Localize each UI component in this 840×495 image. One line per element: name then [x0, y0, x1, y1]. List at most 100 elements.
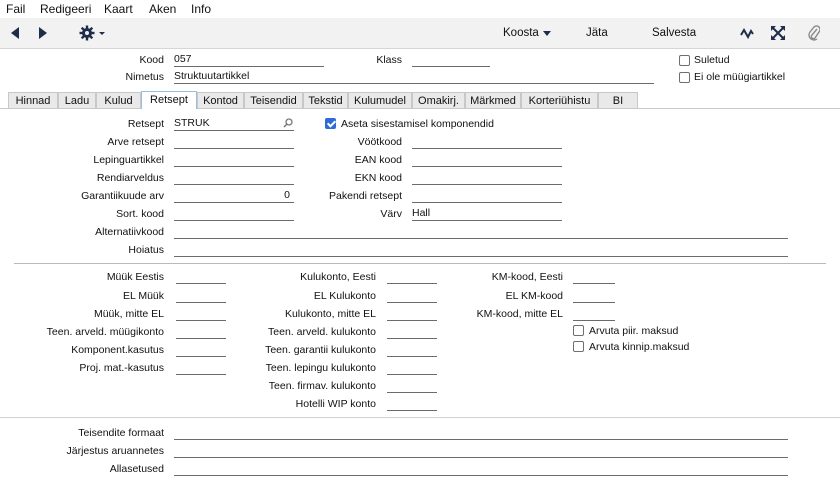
rendiarveldus-field[interactable] [174, 171, 294, 185]
el-kulukonto-label: EL Kulukonto [313, 290, 376, 302]
tab-teisendid[interactable]: Teisendid [244, 92, 303, 108]
muuk-eestis-field[interactable] [176, 270, 226, 284]
klass-field[interactable] [412, 53, 490, 67]
forward-arrow-icon[interactable] [38, 27, 48, 39]
ekn-kood-field[interactable] [412, 171, 562, 185]
menu-file[interactable]: Fail [6, 2, 25, 16]
allasetused-label: Allasetused [109, 463, 164, 475]
km-kood-mitte-el-field[interactable] [573, 307, 615, 321]
chevron-down-icon[interactable] [543, 31, 551, 36]
jata-button[interactable]: Jäta [586, 27, 608, 39]
tab-retsept[interactable]: Retsept [141, 91, 197, 109]
proj-mat-kasutus-field[interactable] [176, 361, 226, 375]
arve-retsept-label: Arve retsept [107, 136, 164, 148]
proj-mat-kasutus-label: Proj. mat.-kasutus [79, 362, 164, 374]
komponent-kasutus-label: Komponent.kasutus [71, 344, 164, 356]
tab-kontod[interactable]: Kontod [197, 92, 244, 108]
garantii-label: Garantiikuude arv [81, 190, 164, 202]
teisendite-formaat-label: Teisendite formaat [78, 427, 164, 439]
salvesta-button[interactable]: Salvesta [652, 27, 696, 39]
km-kood-eesti-field[interactable] [573, 270, 615, 284]
toolbar: Koosta Jäta Salvesta [0, 18, 840, 49]
muuk-mitte-el-label: Müük, mitte EL [93, 308, 164, 320]
el-km-kood-field[interactable] [573, 289, 615, 303]
allasetused-field[interactable] [174, 462, 788, 476]
kulukonto-eesti-label: Kulukonto, Eesti [300, 271, 376, 283]
tab-omakirj[interactable]: Omakirj. [412, 92, 465, 108]
tab-hinnad[interactable]: Hinnad [8, 92, 58, 108]
teen-garantii-kulukonto-label: Teen. garantii kulukonto [265, 344, 376, 356]
tab-korteriuhistu[interactable]: Korteriühistu [521, 92, 598, 108]
teen-firmav-kulukonto-field[interactable] [387, 379, 437, 393]
nimetus-field[interactable]: Struktuutartikkel [174, 70, 654, 84]
expand-icon[interactable] [771, 26, 785, 40]
arve-retsept-field[interactable] [174, 135, 294, 149]
kood-label: Kood [139, 54, 164, 66]
gear-icon[interactable] [79, 25, 107, 41]
back-arrow-icon[interactable] [10, 27, 20, 39]
search-icon[interactable] [283, 118, 293, 128]
tab-tekstid[interactable]: Tekstid [303, 92, 348, 108]
el-kulukonto-field[interactable] [387, 289, 437, 303]
menu-card[interactable]: Kaart [104, 2, 133, 16]
nimetus-label: Nimetus [125, 71, 164, 83]
sort-kood-field[interactable] [174, 207, 294, 221]
garantii-field[interactable]: 0 [174, 189, 294, 203]
muuk-eestis-label: Müük Eestis [106, 271, 164, 283]
aseta-label: Aseta sisestamisel komponendid [341, 118, 494, 130]
aseta-checkbox[interactable] [325, 118, 336, 129]
km-kood-mitte-el-label: KM-kood, mitte EL [476, 308, 563, 320]
kulukonto-eesti-field[interactable] [387, 270, 437, 284]
el-muuk-label: EL Müük [122, 290, 164, 302]
vootkood-field[interactable] [412, 135, 562, 149]
pakendi-retsept-field[interactable] [412, 189, 562, 203]
tab-kulumudel[interactable]: Kulumudel [348, 92, 412, 108]
tab-markmed[interactable]: Märkmed [465, 92, 521, 108]
tab-bi[interactable]: BI [598, 92, 638, 108]
tab-kulud[interactable]: Kulud [96, 92, 141, 108]
bottom-separator [0, 417, 840, 418]
hoiatus-label: Hoiatus [128, 244, 164, 256]
menu-edit[interactable]: Redigeeri [40, 2, 91, 16]
sort-kood-label: Sort. kood [116, 208, 164, 220]
lepinguartikkel-field[interactable] [174, 153, 294, 167]
hoiatus-field[interactable] [174, 243, 788, 257]
el-muuk-field[interactable] [176, 289, 226, 303]
teen-garantii-kulukonto-field[interactable] [387, 343, 437, 357]
muuk-mitte-el-field[interactable] [176, 307, 226, 321]
kulukonto-mitte-el-field[interactable] [387, 307, 437, 321]
varv-field[interactable]: Hall [412, 207, 562, 221]
paperclip-icon[interactable] [808, 25, 820, 41]
alternatiivkood-label: Alternatiivkood [95, 226, 164, 238]
teen-arveld-muugikonto-label: Teen. arveld. müügikonto [46, 326, 164, 338]
jarjestus-aruannetes-field[interactable] [174, 444, 788, 458]
arvuta-kinnip-label: Arvuta kinnip.maksud [589, 341, 690, 353]
arvuta-piir-checkbox[interactable] [573, 325, 584, 336]
pakendi-retsept-label: Pakendi retsept [329, 190, 402, 202]
klass-label: Klass [376, 54, 402, 66]
menu-info[interactable]: Info [191, 2, 211, 16]
teen-arveld-kulukonto-field[interactable] [387, 325, 437, 339]
hotelli-wip-konto-field[interactable] [387, 397, 437, 411]
teen-lepingu-kulukonto-field[interactable] [387, 361, 437, 375]
ei-ole-label: Ei ole müügiartikkel [694, 71, 786, 83]
alternatiivkood-field[interactable] [174, 225, 788, 239]
suletud-label: Suletud [694, 54, 730, 66]
teen-arveld-muugikonto-field[interactable] [176, 325, 226, 339]
km-kood-eesti-label: KM-kood, Eesti [491, 271, 563, 283]
kood-field[interactable]: 057 [174, 53, 324, 67]
activity-icon[interactable] [740, 27, 754, 39]
ei-ole-checkbox[interactable] [679, 72, 690, 83]
tab-ladu[interactable]: Ladu [58, 92, 96, 108]
koosta-button[interactable]: Koosta [503, 27, 539, 39]
teen-firmav-kulukonto-label: Teen. firmav. kulukonto [268, 380, 376, 392]
suletud-checkbox[interactable] [679, 55, 690, 66]
ean-kood-field[interactable] [412, 153, 562, 167]
komponent-kasutus-field[interactable] [176, 343, 226, 357]
arvuta-kinnip-checkbox[interactable] [573, 341, 584, 352]
ekn-kood-label: EKN kood [354, 172, 402, 184]
teisendite-formaat-field[interactable] [174, 426, 788, 440]
arvuta-piir-label: Arvuta piir. maksud [589, 325, 679, 337]
retsept-field[interactable]: STRUK [174, 117, 294, 131]
menu-window[interactable]: Aken [149, 2, 176, 16]
